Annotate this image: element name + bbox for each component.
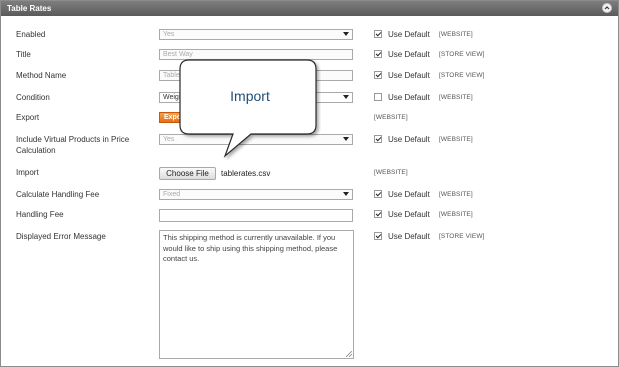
use-default-label: Use Default <box>388 50 430 59</box>
error-message-value: This shipping method is currently unavai… <box>163 233 338 263</box>
enabled-value: Yes <box>163 31 175 38</box>
use-default-label: Use Default <box>388 93 430 102</box>
collapse-icon[interactable] <box>602 3 612 13</box>
scope-label: [STORE VIEW] <box>439 51 485 58</box>
error-message-label: Displayed Error Message <box>16 232 106 241</box>
use-default-checkbox[interactable] <box>374 93 382 101</box>
enabled-select[interactable]: Yes <box>159 29 353 40</box>
use-default-checkbox[interactable] <box>374 50 382 58</box>
scope-label: [WEBSITE] <box>439 136 473 143</box>
chevron-down-icon <box>343 137 349 141</box>
scope-label: [WEBSITE] <box>374 169 408 176</box>
scope-label: [STORE VIEW] <box>439 72 485 79</box>
scope-label: [WEBSITE] <box>439 211 473 218</box>
use-default-checkbox[interactable] <box>374 135 382 143</box>
table-rates-panel: Table Rates Enabled Yes Use Default [WEB… <box>0 0 619 367</box>
use-default-label: Use Default <box>388 232 430 241</box>
use-default-checkbox[interactable] <box>374 232 382 240</box>
selected-file-name: tablerates.csv <box>221 169 271 178</box>
use-default-label: Use Default <box>388 210 430 219</box>
handling-fee-label: Handling Fee <box>16 210 64 219</box>
choose-file-button[interactable]: Choose File <box>159 167 216 180</box>
use-default-label: Use Default <box>388 71 430 80</box>
scope-label: [WEBSITE] <box>374 114 408 121</box>
virtual-products-label: Include Virtual Products in Price Calcul… <box>16 135 130 155</box>
export-label: Export <box>16 113 40 122</box>
scope-label: [STORE VIEW] <box>439 233 485 240</box>
scope-label: [WEBSITE] <box>439 191 473 198</box>
use-default-label: Use Default <box>388 190 430 199</box>
virtual-products-value: Yes <box>163 136 175 143</box>
condition-label: Condition <box>16 93 50 102</box>
use-default-checkbox[interactable] <box>374 190 382 198</box>
callout-bubble <box>179 59 317 158</box>
scope-label: [WEBSITE] <box>439 31 473 38</box>
handling-fee-calc-label: Calculate Handling Fee <box>16 190 100 199</box>
enabled-label: Enabled <box>16 30 46 39</box>
use-default-checkbox[interactable] <box>374 210 382 218</box>
handling-fee-calc-value: Fixed <box>163 191 181 198</box>
handling-fee-calc-select[interactable]: Fixed <box>159 189 353 200</box>
panel-header[interactable]: Table Rates <box>1 1 618 16</box>
title-label: Title <box>16 50 31 59</box>
resize-grip-icon[interactable] <box>346 351 352 357</box>
chevron-down-icon <box>343 95 349 99</box>
use-default-label: Use Default <box>388 30 430 39</box>
callout-text: Import <box>230 88 270 104</box>
use-default-checkbox[interactable] <box>374 30 382 38</box>
chevron-down-icon <box>343 192 349 196</box>
chevron-down-icon <box>343 32 349 36</box>
panel-title: Table Rates <box>7 4 52 13</box>
method-name-label: Method Name <box>16 71 67 80</box>
use-default-label: Use Default <box>388 135 430 144</box>
title-value: Best Way <box>163 51 193 58</box>
scope-label: [WEBSITE] <box>439 94 473 101</box>
handling-fee-input[interactable] <box>159 209 353 222</box>
use-default-checkbox[interactable] <box>374 71 382 79</box>
import-label: Import <box>16 168 39 177</box>
error-message-textarea[interactable]: This shipping method is currently unavai… <box>159 230 354 359</box>
